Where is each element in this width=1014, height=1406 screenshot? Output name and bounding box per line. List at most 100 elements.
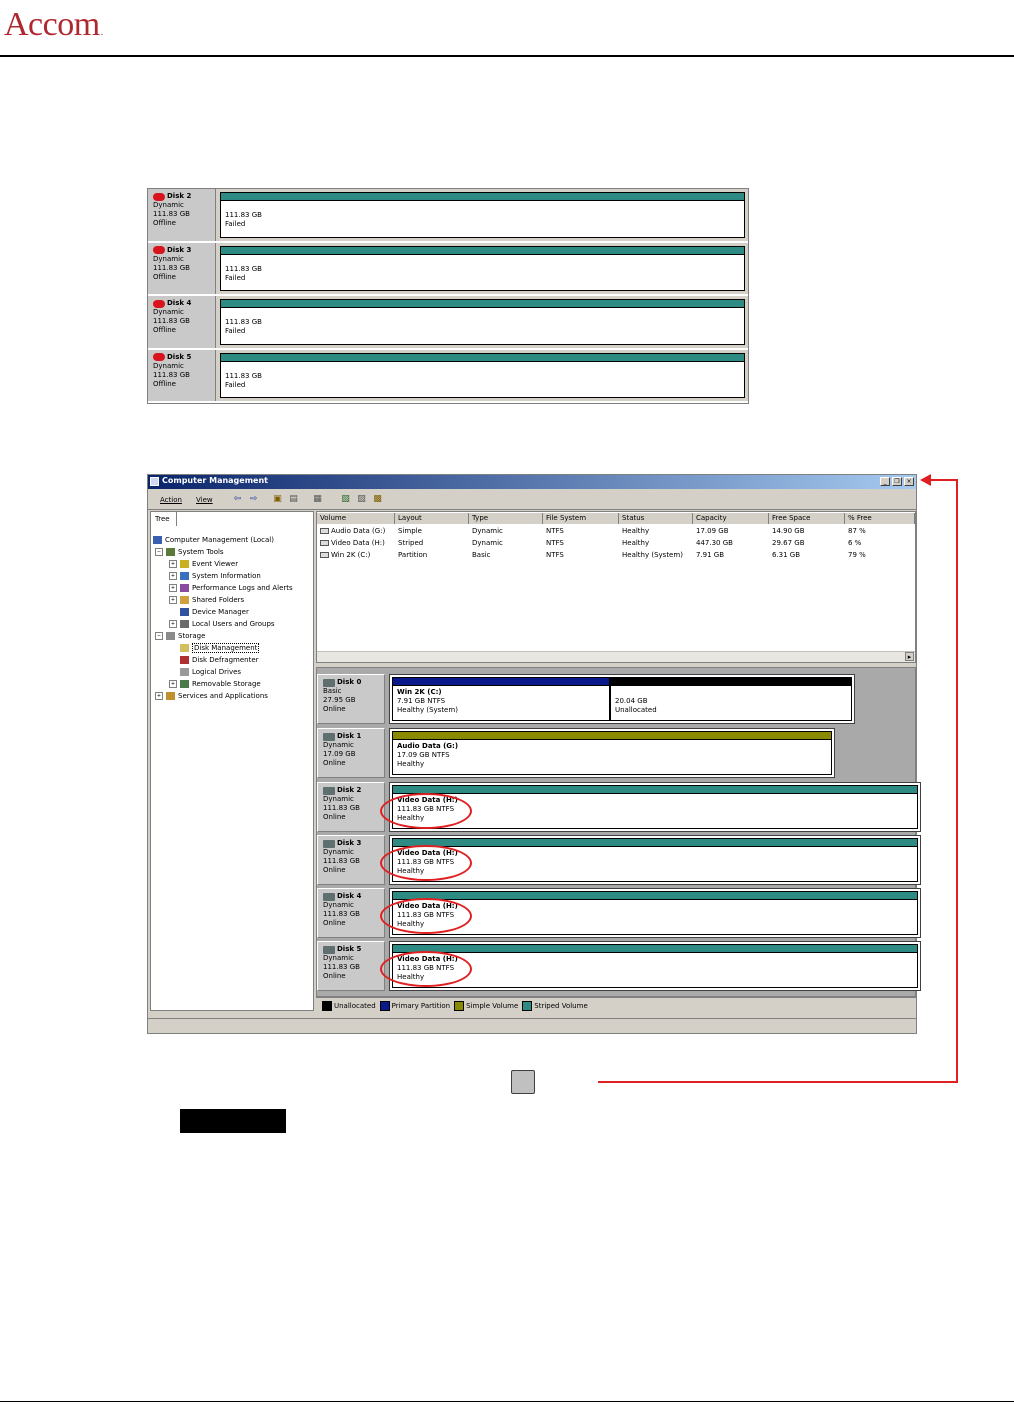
expand-icon[interactable]: + (155, 692, 163, 700)
volume-text: 111.83 GB Failed (221, 255, 744, 283)
show-tree-icon[interactable]: ▤ (288, 494, 299, 505)
expand-icon[interactable]: + (169, 680, 177, 688)
column-header[interactable]: Type (469, 513, 543, 524)
disk-label[interactable]: Disk 3 Dynamic 111.83 GB Online (317, 835, 385, 885)
disk-label[interactable]: Disk 3 Dynamic 111.83 GB Offline (148, 242, 216, 294)
up-folder-icon[interactable]: ▣ (272, 494, 283, 505)
expand-icon[interactable]: − (155, 548, 163, 556)
offline-disk-row[interactable]: Disk 2 Dynamic 111.83 GB Offline 111.83 GB Fa… (148, 189, 748, 243)
tree-node[interactable]: + Services and Applications (151, 690, 293, 702)
expand-icon[interactable]: + (169, 620, 177, 628)
menu-view[interactable]: View (196, 496, 213, 504)
tree-node[interactable]: Disk Defragmenter (151, 654, 293, 666)
horizontal-scrollbar[interactable]: ▸ (317, 651, 915, 662)
volume-color-bar (393, 892, 917, 900)
highlight-ellipse-disk-5 (380, 951, 472, 987)
scroll-right-icon[interactable]: ▸ (905, 652, 914, 661)
properties-icon[interactable]: ▦ (312, 494, 323, 505)
disk-label[interactable]: Disk 5 Dynamic 111.83 GB Online (317, 941, 385, 991)
volume-cell: NTFS (546, 539, 564, 547)
tree-node[interactable]: + Performance Logs and Alerts (151, 582, 293, 594)
tree-node[interactable]: Computer Management (Local) (151, 534, 293, 546)
close-button[interactable]: × (904, 477, 914, 486)
menu-action[interactable]: Action (160, 496, 182, 504)
disk-icon (323, 678, 335, 687)
tree-node[interactable]: + Shared Folders (151, 594, 293, 606)
expand-icon[interactable]: + (169, 584, 177, 592)
tree-node[interactable]: + System Information (151, 570, 293, 582)
maximize-button[interactable]: ❐ (892, 477, 902, 486)
forward-arrow-icon[interactable]: ⇨ (248, 494, 259, 505)
tree-node[interactable]: − Storage (151, 630, 293, 642)
volume-block[interactable]: 20.04 GB Unallocated (610, 677, 852, 721)
disk-name: Disk 4 (167, 299, 192, 307)
tab-tree[interactable]: Tree (151, 512, 177, 526)
volume-cell: 7.91 GB (696, 551, 725, 559)
disk-name: Disk 2 (337, 786, 362, 794)
column-header[interactable]: Volume (317, 513, 395, 524)
refresh-icon[interactable]: ▩ (372, 494, 383, 505)
back-arrow-icon[interactable]: ⇦ (232, 494, 243, 505)
disk-icon (323, 786, 335, 795)
tree-node[interactable]: + Local Users and Groups (151, 618, 293, 630)
disk-label[interactable]: Disk 2 Dynamic 111.83 GB Online (317, 782, 385, 832)
minimize-button[interactable]: _ (880, 477, 890, 486)
expand-icon[interactable]: + (169, 596, 177, 604)
offline-disk-row[interactable]: Disk 5 Dynamic 111.83 GB Offline 111.83 GB Fa… (148, 349, 748, 403)
disk-type: Basic (323, 687, 342, 695)
export-icon[interactable]: ▧ (340, 494, 351, 505)
disk-error-icon (153, 353, 165, 361)
tree-node[interactable]: Device Manager (151, 606, 293, 618)
tree-node[interactable]: + Removable Storage (151, 678, 293, 690)
disk-label[interactable]: Disk 0 Basic 27.95 GB Online (317, 674, 385, 724)
volume-cell: Simple (398, 527, 422, 535)
volume-cell[interactable]: Video Data (H:) (331, 539, 385, 548)
column-header[interactable]: Layout (395, 513, 469, 524)
volume-block[interactable]: Audio Data (G:) 17.09 GB NTFS Healthy (392, 731, 832, 775)
expand-icon[interactable]: + (169, 572, 177, 580)
tree-node[interactable]: Logical Drives (151, 666, 293, 678)
disk-type: Dynamic (153, 361, 184, 370)
volume-status: Healthy (397, 920, 425, 928)
column-header[interactable]: Capacity (693, 513, 769, 524)
legend-items: Unallocated Primary Partition Simple Volum… (316, 998, 916, 1011)
disk-name-line: Disk 2 (153, 192, 215, 201)
disk-label[interactable]: Disk 4 Dynamic 111.83 GB Offline (148, 296, 216, 348)
disk-label[interactable]: Disk 2 Dynamic 111.83 GB Offline (148, 189, 216, 241)
disk-name-line: Disk 1 (323, 732, 384, 741)
disk-label[interactable]: Disk 1 Dynamic 17.09 GB Online (317, 728, 385, 778)
tree-node[interactable]: + Event Viewer (151, 558, 293, 570)
disk-row[interactable]: Disk 0 Basic 27.95 GB Online Win 2K (C:) 7.91… (317, 674, 915, 724)
column-header[interactable]: Free Space (769, 513, 845, 524)
disk-row[interactable]: Disk 1 Dynamic 17.09 GB Online Audio Data (G… (317, 728, 915, 778)
tree-node[interactable]: − System Tools (151, 546, 293, 558)
expand-icon[interactable]: + (169, 560, 177, 568)
failed-volume[interactable]: 111.83 GB Failed (220, 192, 745, 238)
failed-volume[interactable]: 111.83 GB Failed (220, 299, 745, 345)
volume-cell[interactable]: Win 2K (C:) (331, 551, 370, 560)
tree-node[interactable]: Disk Management (151, 642, 293, 654)
volume-cell[interactable]: Audio Data (G:) (331, 527, 385, 536)
disk-label[interactable]: Disk 5 Dynamic 111.83 GB Offline (148, 349, 216, 401)
help-icon[interactable]: ▨ (356, 494, 367, 505)
volume-color-bar (393, 945, 917, 953)
failed-volume[interactable]: 111.83 GB Failed (220, 245, 745, 291)
column-header[interactable]: Status (619, 513, 693, 524)
volume-block[interactable]: Win 2K (C:) 7.91 GB NTFS Healthy (System) (392, 677, 610, 721)
volume-cell: Striped (398, 539, 424, 547)
disk-label[interactable]: Disk 4 Dynamic 111.83 GB Online (317, 888, 385, 938)
column-header[interactable]: % Free (845, 513, 915, 524)
volume-cell: 14.90 GB (772, 527, 805, 535)
offline-disk-row[interactable]: Disk 3 Dynamic 111.83 GB Offline 111.83 GB Fa… (148, 242, 748, 296)
failed-volume[interactable]: 111.83 GB Failed (220, 352, 745, 398)
volume-text: Win 2K (C:) 7.91 GB NTFS Healthy (System) (393, 686, 609, 715)
offline-disk-row[interactable]: Disk 4 Dynamic 111.83 GB Offline 111.83 GB Fa… (148, 296, 748, 350)
title-bar[interactable]: Computer Management _ ❐ × (148, 475, 916, 489)
collapse-icon[interactable]: − (155, 632, 163, 640)
legend-label: Striped Volume (534, 1002, 588, 1010)
tree-node-label: Device Manager (192, 608, 249, 616)
volume-cell: 447.30 GB (696, 539, 733, 547)
disk-name: Disk 3 (167, 245, 192, 254)
drive-icon (320, 540, 329, 546)
column-header[interactable]: File System (543, 513, 619, 524)
